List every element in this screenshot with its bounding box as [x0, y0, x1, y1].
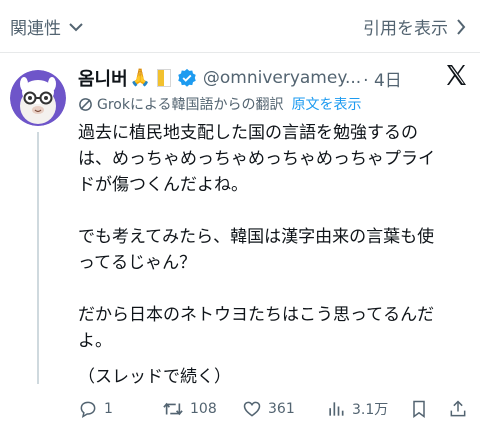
- tweet-line: は、めっちゃめっちゃめっちゃめっちゃプライ: [78, 149, 435, 169]
- reply-icon: [80, 401, 96, 419]
- translation-note: Grokによる韓国語からの翻訳 原文を表示: [78, 94, 362, 114]
- chevron-down-icon: [69, 22, 83, 31]
- sort-label: 関連性: [10, 19, 61, 39]
- repost-count: 108: [190, 401, 217, 417]
- chevron-right-icon: [457, 18, 466, 35]
- alpaca-avatar-icon: [10, 70, 66, 126]
- avatar[interactable]: [10, 70, 66, 126]
- grok-icon: [79, 97, 92, 111]
- like-button[interactable]: 361: [242, 394, 295, 424]
- tweet-body: 過去に植民地支配した国の言語を勉強するの は、めっちゃめっちゃめっちゃめっちゃプ…: [78, 120, 470, 387]
- reply-count: 1: [104, 401, 113, 417]
- tweet-line: よ。: [78, 331, 112, 351]
- bookmark-button[interactable]: [410, 394, 434, 424]
- like-count: 361: [268, 401, 295, 417]
- vatican-flag-icon: [156, 69, 171, 87]
- repost-icon: [163, 402, 183, 416]
- bookmark-icon: [413, 400, 425, 418]
- tweet-line: ってるじゃん？: [78, 253, 197, 273]
- view-count: 3.1万: [352, 402, 389, 418]
- share-icon: [450, 400, 466, 417]
- thread-continues-note: （スレッドで続く）: [78, 367, 231, 387]
- reply-button[interactable]: 1: [78, 394, 113, 424]
- view-quotes-link[interactable]: 引用を表示: [363, 14, 466, 39]
- sort-relevance-dropdown[interactable]: 関連性: [10, 14, 83, 39]
- share-button[interactable]: [448, 394, 474, 424]
- thread-line: [37, 132, 39, 384]
- views-button[interactable]: 3.1万: [326, 394, 388, 424]
- show-original-link[interactable]: 原文を表示: [292, 94, 362, 114]
- action-bar: 1 108 361 3.1万: [74, 394, 474, 424]
- tweet-line: 過去に植民地支配した国の言語を勉強するの: [78, 123, 418, 143]
- x-logo-icon: [447, 65, 466, 85]
- tweet-line: だから日本のネトウヨたちはこう思ってるんだ: [78, 305, 435, 325]
- analytics-icon: [329, 402, 344, 416]
- author-handle[interactable]: @omniveryamey...: [203, 68, 361, 88]
- author-name[interactable]: 옴니버: [78, 65, 128, 91]
- repost-button[interactable]: 108: [162, 394, 217, 424]
- heart-icon: [243, 401, 261, 417]
- view-quotes-label: 引用を表示: [363, 19, 448, 39]
- top-bar: 関連性 引用を表示: [0, 0, 480, 52]
- timestamp[interactable]: · 4日: [363, 66, 402, 91]
- tweet-line: ドが傷つくんだよね。: [78, 175, 248, 195]
- divider: [0, 52, 480, 53]
- translation-label: Grokによる韓国語からの翻訳: [97, 97, 284, 113]
- verified-badge-icon: [178, 68, 196, 87]
- tweet-line: でも考えてみたら、韓国は漢字由来の言葉も使: [78, 227, 435, 247]
- author-emoji: 🙏: [129, 68, 151, 88]
- tweet-header: 옴니버 🙏 @omniveryamey... · 4日: [78, 64, 474, 92]
